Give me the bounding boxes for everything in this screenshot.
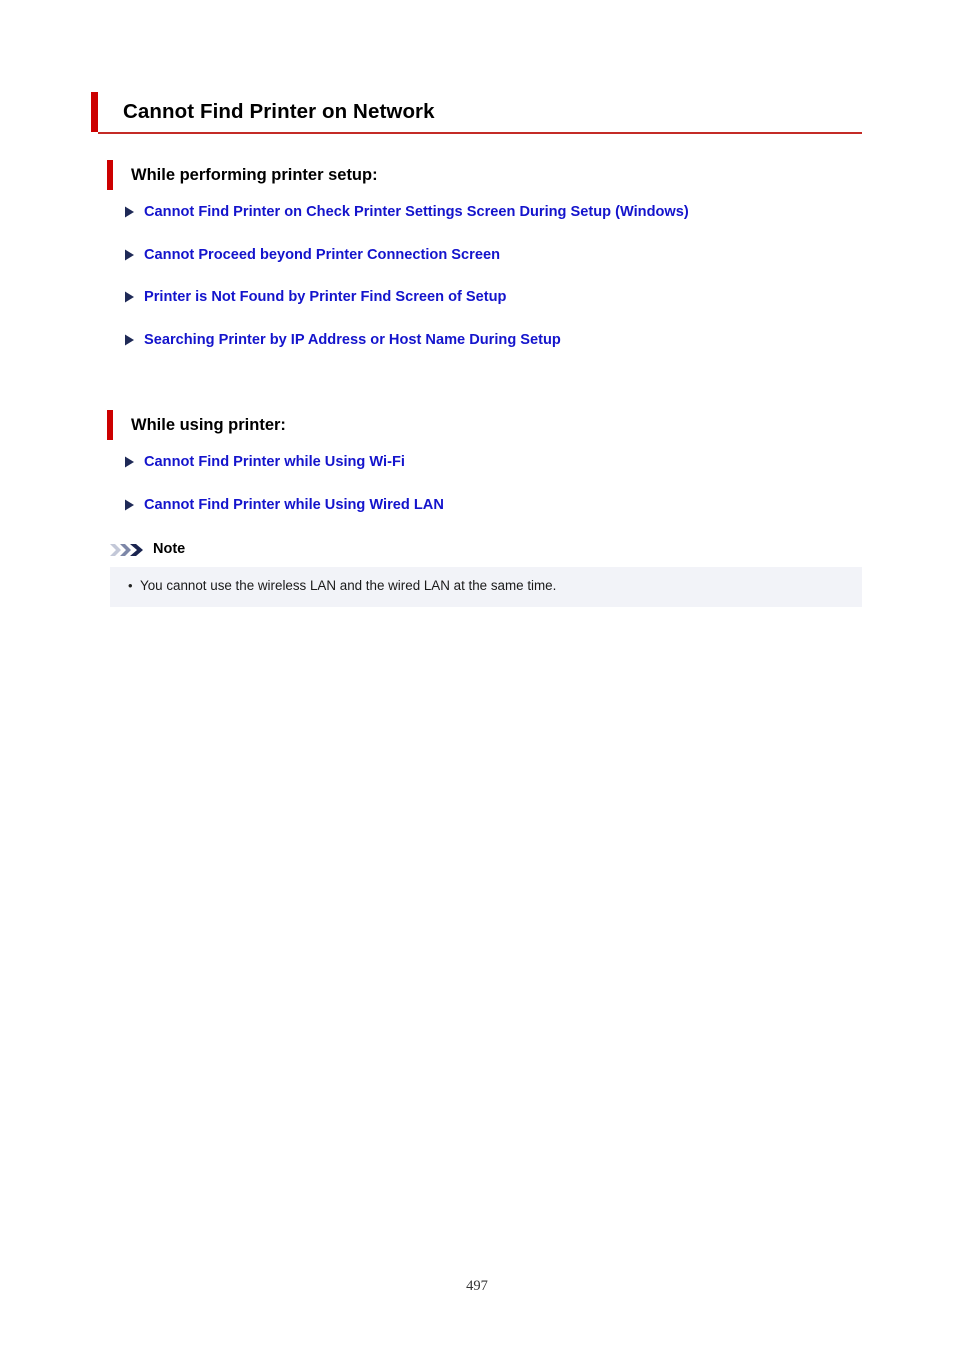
section-accent-bar <box>107 410 113 440</box>
note-block: Note • You cannot use the wireless LAN a… <box>110 540 862 607</box>
page-number: 497 <box>466 1278 488 1294</box>
note-heading-row: Note <box>110 540 862 559</box>
list-item[interactable]: Cannot Proceed beyond Printer Connection… <box>107 244 867 267</box>
section-while-performing-printer-setup: While performing printer setup: Cannot F… <box>107 160 867 351</box>
section-heading-row: While performing printer setup: <box>107 160 867 190</box>
manual-page: Cannot Find Printer on Network While per… <box>0 0 954 1350</box>
title-divider <box>98 132 862 134</box>
page-title: Cannot Find Printer on Network <box>123 99 435 123</box>
triangle-right-icon <box>124 249 135 261</box>
link-label[interactable]: Cannot Find Printer while Using Wired LA… <box>144 494 444 517</box>
link-list: Cannot Find Printer while Using Wi-Fi Ca… <box>107 451 867 516</box>
list-item[interactable]: Searching Printer by IP Address or Host … <box>107 329 867 352</box>
page-title-block: Cannot Find Printer on Network <box>91 92 862 134</box>
link-label[interactable]: Cannot Proceed beyond Printer Connection… <box>144 244 500 267</box>
link-label[interactable]: Cannot Find Printer on Check Printer Set… <box>144 201 689 224</box>
section-heading: While using printer: <box>131 415 286 434</box>
list-item[interactable]: Cannot Find Printer while Using Wi-Fi <box>107 451 867 474</box>
section-heading-row: While using printer: <box>107 410 867 440</box>
triangle-right-icon <box>124 456 135 468</box>
page-title-row: Cannot Find Printer on Network <box>91 92 862 132</box>
link-label[interactable]: Cannot Find Printer while Using Wi-Fi <box>144 451 405 474</box>
triangle-right-icon <box>124 291 135 303</box>
section-heading: While performing printer setup: <box>131 165 378 184</box>
list-item[interactable]: Cannot Find Printer while Using Wired LA… <box>107 494 867 517</box>
bullet-glyph: • <box>128 578 133 593</box>
link-label[interactable]: Searching Printer by IP Address or Host … <box>144 329 561 352</box>
section-accent-bar <box>107 160 113 190</box>
title-accent-bar <box>91 92 98 132</box>
triple-chevron-icon <box>110 543 146 557</box>
section-while-using-printer: While using printer: Cannot Find Printer… <box>107 410 867 516</box>
triangle-right-icon <box>124 206 135 218</box>
list-item[interactable]: Printer is Not Found by Printer Find Scr… <box>107 286 867 309</box>
link-label[interactable]: Printer is Not Found by Printer Find Scr… <box>144 286 506 309</box>
note-item-text: You cannot use the wireless LAN and the … <box>140 578 557 593</box>
note-label: Note <box>153 541 186 558</box>
triangle-right-icon <box>124 334 135 346</box>
note-item: • You cannot use the wireless LAN and th… <box>128 578 862 595</box>
list-item[interactable]: Cannot Find Printer on Check Printer Set… <box>107 201 867 224</box>
triangle-right-icon <box>124 499 135 511</box>
note-content-box: • You cannot use the wireless LAN and th… <box>110 567 862 607</box>
link-list: Cannot Find Printer on Check Printer Set… <box>107 201 867 351</box>
